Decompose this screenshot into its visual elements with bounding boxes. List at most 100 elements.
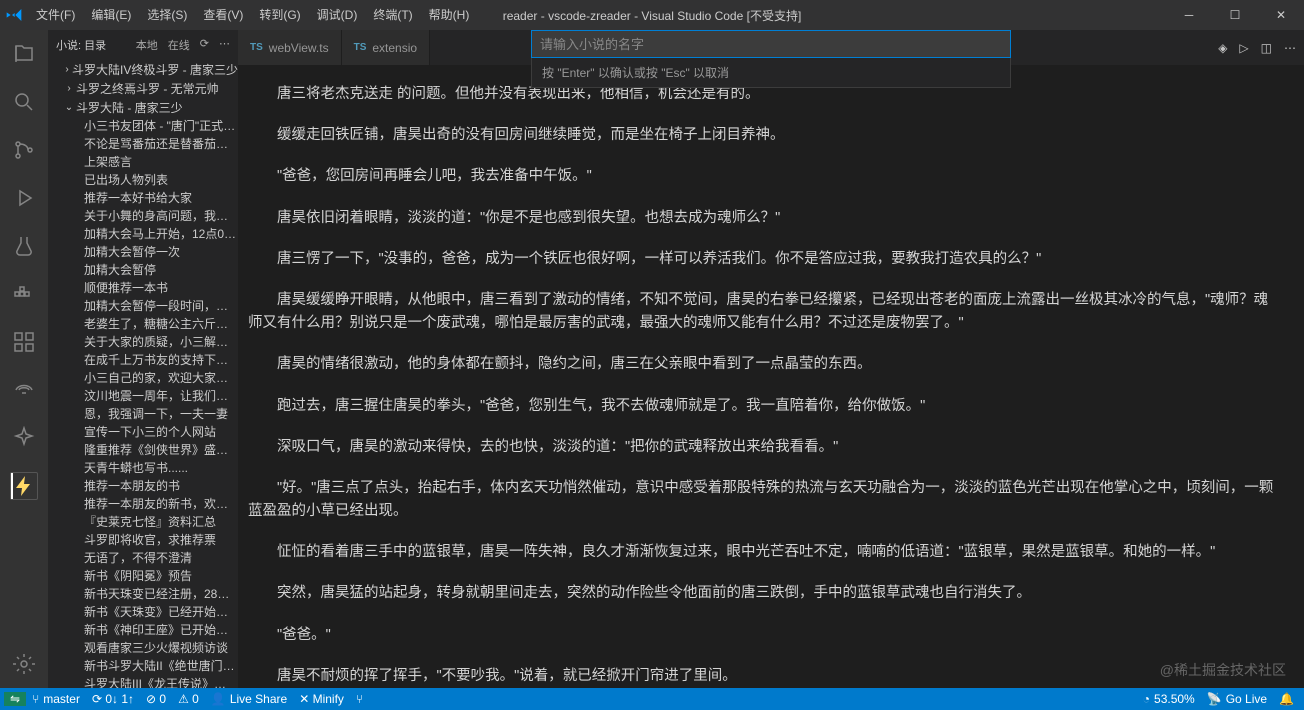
chapter-item[interactable]: 斗罗即将收官，求推荐票 — [48, 531, 238, 549]
book-item-2[interactable]: ⌄斗罗大陆 - 唐家三少 — [48, 98, 238, 117]
chapter-item[interactable]: 推荐一本朋友的书 — [48, 477, 238, 495]
main: 小说: 目录 本地 在线 ⟳ ⋯ ›斗罗大陆IV终极斗罗 - 唐家三少 ›斗罗之… — [0, 30, 1304, 688]
book-item-1[interactable]: ›斗罗之终焉斗罗 - 无常元帅 — [48, 79, 238, 98]
chapter-item[interactable]: 无语了，不得不澄清 — [48, 549, 238, 567]
menu-go[interactable]: 转到(G) — [251, 0, 308, 30]
editor-area: TSwebView.ts TSextensio ◈ ▷ ◫ ⋯ 按 "Enter… — [238, 30, 1304, 688]
chapter-item[interactable]: 加精大会马上开始，12点05到12... — [48, 225, 238, 243]
menu-debug[interactable]: 调试(D) — [309, 0, 366, 30]
split-icon[interactable]: ◫ — [1261, 41, 1272, 55]
menu-selection[interactable]: 选择(S) — [139, 0, 195, 30]
warnings-count[interactable]: ⚠ 0 — [172, 692, 205, 706]
chapter-item[interactable]: 关于大家的质疑，小三解释两句。 — [48, 333, 238, 351]
paragraph: 深吸口气，唐昊的激动来得快，去的也快，淡淡的道："把你的武魂释放出来给我看看。" — [248, 436, 1280, 459]
explorer-icon[interactable] — [0, 30, 48, 78]
remote-indicator[interactable]: ⇋ — [4, 692, 26, 706]
search-icon[interactable] — [0, 78, 48, 126]
chapter-item[interactable]: 观看唐家三少火爆视频访谈 — [48, 639, 238, 657]
maximize-button[interactable]: ☐ — [1212, 0, 1258, 30]
minimize-button[interactable]: ─ — [1166, 0, 1212, 30]
paragraph: 缓缓走回铁匠铺，唐昊出奇的没有回房间继续睡觉，而是坐在椅子上闭目养神。 — [248, 124, 1280, 147]
chapter-item[interactable]: 新书斗罗大陆II《绝世唐门》... — [48, 657, 238, 675]
tab-extension[interactable]: TSextensio — [342, 30, 430, 65]
chapter-item[interactable]: 汶川地震一周年，让我们为死难... — [48, 387, 238, 405]
palette-input[interactable] — [531, 30, 1011, 58]
chapter-item[interactable]: 在成千上万书友的支持下，终于... — [48, 351, 238, 369]
book-item-0[interactable]: ›斗罗大陆IV终极斗罗 - 唐家三少 — [48, 60, 238, 79]
liveshare[interactable]: 👤 Live Share — [205, 692, 293, 706]
chapter-item[interactable]: 小三自己的家，欢迎大家去看看 — [48, 369, 238, 387]
git-branch[interactable]: ⑂ master — [26, 692, 86, 706]
chapter-item[interactable]: 斗罗大陆III《龙王传说》正式开... — [48, 675, 238, 688]
more-icon[interactable]: ⋯ — [219, 37, 230, 53]
paragraph: "爸爸，您回房间再睡会儿吧，我去准备中午饭。" — [248, 165, 1280, 188]
chapter-item[interactable]: 上架感言 — [48, 153, 238, 171]
extensions-icon[interactable] — [0, 318, 48, 366]
menu-bar: 文件(F) 编辑(E) 选择(S) 查看(V) 转到(G) 调试(D) 终端(T… — [28, 0, 477, 30]
window-controls: ─ ☐ ✕ — [1166, 0, 1304, 30]
source-local[interactable]: 本地 — [136, 37, 158, 53]
notifications-icon[interactable]: 🔔 — [1273, 692, 1300, 706]
menu-terminal[interactable]: 终端(T) — [365, 0, 420, 30]
chapter-item[interactable]: 恩，我强调一下，一夫一妻 — [48, 405, 238, 423]
chapter-item[interactable]: 天青牛蟒也写书...... — [48, 459, 238, 477]
compare-icon[interactable]: ◈ — [1218, 41, 1227, 55]
refresh-icon[interactable]: ⟳ — [200, 37, 209, 53]
chevron-down-icon: ⌄ — [62, 102, 76, 113]
window-title: reader - vscode-zreader - Visual Studio … — [503, 7, 802, 24]
source-online[interactable]: 在线 — [168, 37, 190, 53]
chapter-item[interactable]: 新书《天珠变》已经开始更新 — [48, 603, 238, 621]
sidebar-title: 小说: 目录 — [56, 37, 106, 53]
chapter-item[interactable]: 新书《神印王座》已开始上传。 — [48, 621, 238, 639]
chapter-item[interactable]: 隆重推荐《剑侠世界》盛大版 — [48, 441, 238, 459]
chapter-item[interactable]: 『史莱克七怪』资料汇总 — [48, 513, 238, 531]
chapter-item[interactable]: 关于小舞的身高问题，我再解释... — [48, 207, 238, 225]
zoom-percent[interactable]: ◔ 53.50% — [1137, 692, 1201, 706]
remote-icon[interactable] — [0, 366, 48, 414]
chapter-item[interactable]: 加精大会暂停 — [48, 261, 238, 279]
chapter-item[interactable]: 已出场人物列表 — [48, 171, 238, 189]
chapter-item[interactable]: 老婆生了，糖糖公主六斤六两, ... — [48, 315, 238, 333]
git-sync[interactable]: ⟳ 0↓ 1↑ — [86, 692, 140, 706]
paragraph: 怔怔的看着唐三手中的蓝银草，唐昊一阵失神，良久才渐渐恢复过来，眼中光芒吞吐不定，… — [248, 541, 1280, 564]
paragraph: 唐昊的情绪很激动，他的身体都在颤抖，隐约之间，唐三在父亲眼中看到了一点晶莹的东西… — [248, 353, 1280, 376]
chapter-item[interactable]: 不论是骂番茄还是替番茄辩解的... — [48, 135, 238, 153]
chapter-item[interactable]: 推荐一本朋友的新书，欢迎大家... — [48, 495, 238, 513]
docker-icon[interactable] — [0, 270, 48, 318]
chapter-item[interactable]: 加精大会暂停一段时间，特此通知 — [48, 297, 238, 315]
minify[interactable]: ✕ Minify — [293, 692, 350, 706]
chapter-item[interactable]: 宣传一下小三的个人网站 — [48, 423, 238, 441]
menu-edit[interactable]: 编辑(E) — [83, 0, 139, 30]
source-control-icon[interactable] — [0, 126, 48, 174]
reader-icon[interactable] — [10, 472, 38, 500]
menu-file[interactable]: 文件(F) — [28, 0, 83, 30]
chapter-item[interactable]: 新书天珠变已经注册，28号正式... — [48, 585, 238, 603]
debug-icon[interactable] — [0, 174, 48, 222]
fork-icon[interactable]: ⑂ — [350, 692, 369, 706]
tree: ›斗罗大陆IV终极斗罗 - 唐家三少 ›斗罗之终焉斗罗 - 无常元帅 ⌄斗罗大陆… — [48, 60, 238, 688]
chapter-item[interactable]: 顺便推荐一本书 — [48, 279, 238, 297]
sparkle-icon[interactable] — [0, 414, 48, 462]
more-icon[interactable]: ⋯ — [1284, 41, 1296, 55]
paragraph: 唐三愣了一下，"没事的，爸爸，成为一个铁匠也很好啊，一样可以养活我们。你不是答应… — [248, 248, 1280, 271]
chapter-item[interactable]: 新书《阴阳冕》预告 — [48, 567, 238, 585]
go-live[interactable]: 📡 Go Live — [1201, 692, 1273, 706]
run-icon[interactable]: ▷ — [1239, 41, 1248, 55]
tab-webview[interactable]: TSwebView.ts — [238, 30, 342, 65]
palette-hint: 按 "Enter" 以确认或按 "Esc" 以取消 — [531, 58, 1011, 88]
sidebar-header: 小说: 目录 本地 在线 ⟳ ⋯ — [48, 30, 238, 60]
chapter-item[interactable]: 加精大会暂停一次 — [48, 243, 238, 261]
chapter-item[interactable]: 推荐一本好书给大家 — [48, 189, 238, 207]
paragraph: 唐昊依旧闭着眼睛，淡淡的道："你是不是也感到很失望。也想去成为魂师么？" — [248, 207, 1280, 230]
errors-count[interactable]: ⊘ 0 — [140, 692, 172, 706]
paragraph: 唐昊缓缓睁开眼睛，从他眼中，唐三看到了激动的情绪，不知不觉间，唐昊的右拳已经攥紧… — [248, 289, 1280, 335]
menu-view[interactable]: 查看(V) — [195, 0, 251, 30]
settings-icon[interactable] — [0, 640, 48, 688]
test-icon[interactable] — [0, 222, 48, 270]
reader-content: 唐三将老杰克送走 的问题。但他并没有表现出来，他相信，机会还是有的。缓缓走回铁匠… — [238, 65, 1304, 688]
vscode-logo — [0, 7, 28, 23]
chapter-item[interactable]: 小三书友团体 - "唐门"正式成立。 — [48, 117, 238, 135]
menu-help[interactable]: 帮助(H) — [421, 0, 478, 30]
close-button[interactable]: ✕ — [1258, 0, 1304, 30]
paragraph: 跑过去，唐三握住唐昊的拳头，"爸爸，您别生气，我不去做魂师就是了。我一直陪着你，… — [248, 395, 1280, 418]
